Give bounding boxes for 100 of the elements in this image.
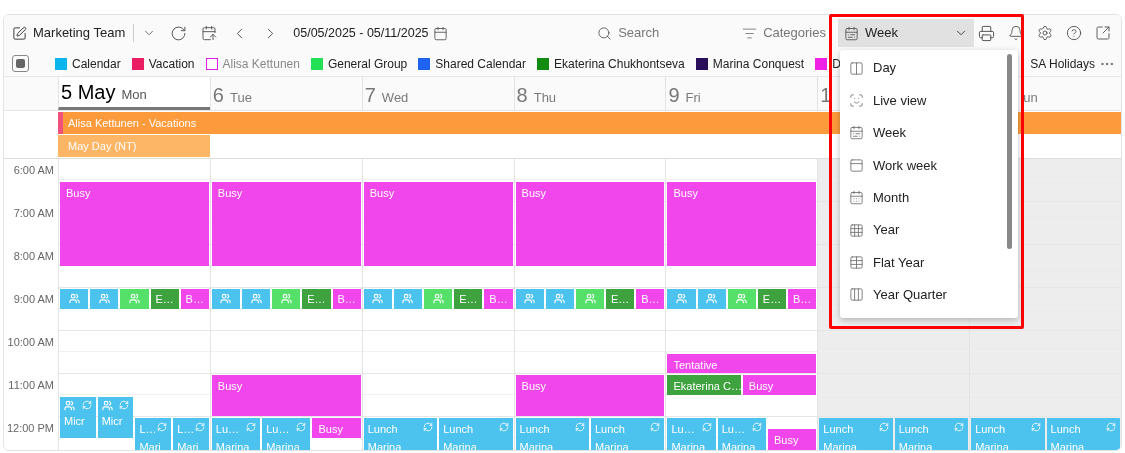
day-header[interactable]: 1 bbox=[820, 83, 832, 107]
calendar-label: Alisa Kettunen bbox=[222, 55, 300, 73]
recurring-icon bbox=[878, 422, 889, 432]
bell-icon[interactable] bbox=[1008, 25, 1024, 41]
view-menu-item[interactable]: Month bbox=[840, 181, 1000, 214]
meeting-event[interactable] bbox=[424, 289, 453, 309]
meeting-event[interactable] bbox=[515, 289, 544, 309]
help-icon[interactable] bbox=[1066, 25, 1082, 41]
calendar-event[interactable]: E… bbox=[757, 289, 787, 309]
calendar-event[interactable]: B… bbox=[484, 289, 513, 309]
calendar-event[interactable]: Busy bbox=[515, 375, 665, 416]
calendar-swatch[interactable] bbox=[205, 57, 218, 70]
day-header[interactable]: 6 Tue bbox=[212, 83, 252, 107]
meeting-event[interactable] bbox=[60, 289, 89, 309]
view-menu-item[interactable]: Day bbox=[840, 52, 1000, 85]
meeting-event[interactable] bbox=[120, 289, 149, 309]
calendar-event[interactable]: E… bbox=[150, 289, 179, 309]
day-header[interactable]: 7 Wed bbox=[364, 83, 409, 107]
recurring-icon bbox=[498, 422, 509, 432]
categories-button[interactable]: Categories bbox=[742, 23, 826, 43]
refresh-icon[interactable] bbox=[170, 24, 188, 42]
calendar-label: SA Holidays bbox=[1030, 55, 1095, 73]
day-header[interactable]: 8 Thu bbox=[516, 83, 557, 107]
calendar-event[interactable]: E… bbox=[302, 289, 331, 309]
select-all-toggle[interactable] bbox=[12, 55, 29, 72]
calendar-event[interactable]: Busy bbox=[211, 181, 361, 266]
today-icon[interactable] bbox=[201, 25, 218, 41]
meeting-event[interactable] bbox=[363, 289, 392, 309]
calendar-event[interactable]: B… bbox=[332, 289, 361, 309]
people-icon bbox=[584, 293, 596, 305]
calendar-label: Calendar bbox=[72, 55, 121, 73]
calendar-event[interactable]: Tentative bbox=[667, 353, 817, 373]
people-icon bbox=[676, 293, 687, 305]
print-icon[interactable] bbox=[978, 24, 995, 42]
meeting-event[interactable] bbox=[727, 289, 756, 309]
calendar-swatch[interactable] bbox=[815, 57, 828, 70]
recurring-icon bbox=[157, 422, 168, 432]
event-title: Lunch bbox=[1050, 422, 1081, 436]
view-select[interactable]: Week bbox=[838, 19, 974, 47]
recurring-icon bbox=[1030, 422, 1041, 432]
pop-out-icon[interactable] bbox=[1095, 25, 1111, 41]
view-menu-item[interactable]: Work week bbox=[840, 149, 1000, 182]
search-field[interactable]: Search bbox=[618, 23, 729, 43]
calendar-event[interactable]: B… bbox=[180, 289, 209, 309]
calendar-event[interactable]: Busy bbox=[363, 181, 513, 266]
calendar-event[interactable]: Busy bbox=[211, 375, 361, 416]
calendar-event[interactable]: E… bbox=[454, 289, 483, 309]
calendar-label: General Group bbox=[327, 55, 408, 73]
meeting-event[interactable] bbox=[242, 289, 271, 309]
calendar-swatch[interactable] bbox=[695, 57, 708, 70]
view-menu-item[interactable]: Year bbox=[840, 213, 1000, 247]
calendar-event[interactable]: Ekaterina C… bbox=[667, 375, 741, 395]
calendar-selector[interactable]: Marketing Team bbox=[12, 23, 126, 43]
meeting-event[interactable] bbox=[90, 289, 119, 309]
view-menu-item[interactable]: Year Quarter bbox=[840, 278, 1000, 312]
calendar-label: Vacation bbox=[148, 55, 195, 73]
day-header[interactable]: un bbox=[1023, 89, 1038, 107]
people-icon bbox=[98, 293, 110, 305]
view-menu-item[interactable]: Flat Year bbox=[840, 246, 1000, 279]
calendar-event[interactable]: E… bbox=[606, 289, 635, 309]
people-icon bbox=[250, 293, 262, 305]
meeting-event[interactable]: Micr bbox=[60, 396, 96, 438]
calendar-event[interactable]: Busy bbox=[60, 181, 209, 266]
meeting-event[interactable] bbox=[545, 289, 574, 309]
calendar-swatch[interactable] bbox=[418, 57, 431, 70]
time-label: 11:00 AM bbox=[8, 378, 54, 391]
event-title: L… bbox=[177, 422, 195, 436]
calendar-event[interactable]: Busy bbox=[667, 181, 817, 266]
meeting-event[interactable] bbox=[697, 289, 726, 309]
meeting-event[interactable] bbox=[393, 289, 423, 309]
calendar-swatch[interactable] bbox=[55, 57, 67, 70]
calendar-event[interactable]: Busy bbox=[312, 418, 361, 438]
day-header[interactable]: 9 Fri bbox=[668, 83, 701, 107]
calendar-swatch[interactable] bbox=[537, 57, 550, 70]
event-title: Lunch bbox=[595, 422, 625, 436]
event-title: Lunch bbox=[975, 422, 1006, 436]
calendar-label: D bbox=[832, 55, 841, 73]
people-icon bbox=[220, 293, 232, 305]
settings-icon[interactable] bbox=[1037, 25, 1053, 41]
month-view-icon bbox=[849, 190, 864, 206]
calendar-swatch[interactable] bbox=[131, 57, 144, 70]
calendar-event[interactable]: B… bbox=[636, 289, 665, 309]
year-grid-icon bbox=[849, 222, 864, 238]
calendar-event[interactable]: Busy bbox=[515, 181, 665, 266]
time-label: 12:00 PM bbox=[6, 421, 54, 434]
calendar-label: Marina Conquest bbox=[712, 55, 805, 73]
calendar-event[interactable]: Busy bbox=[768, 428, 817, 450]
calendar-event[interactable]: B… bbox=[788, 289, 817, 309]
meeting-event[interactable] bbox=[667, 289, 696, 309]
meeting-event[interactable] bbox=[575, 289, 605, 309]
event-title: Lunch bbox=[519, 422, 550, 436]
event-title: Lunch bbox=[443, 422, 474, 436]
meeting-event[interactable]: Micr bbox=[97, 396, 134, 438]
meeting-event[interactable] bbox=[211, 289, 241, 309]
calendar-event[interactable]: Busy bbox=[742, 375, 817, 395]
calendar-icon[interactable] bbox=[432, 25, 448, 41]
time-label: 7:00 AM bbox=[13, 206, 54, 219]
scrollbar-thumb[interactable] bbox=[1007, 54, 1012, 249]
all-day-event[interactable]: May Day (NT) bbox=[58, 135, 210, 157]
meeting-event[interactable] bbox=[272, 289, 301, 309]
